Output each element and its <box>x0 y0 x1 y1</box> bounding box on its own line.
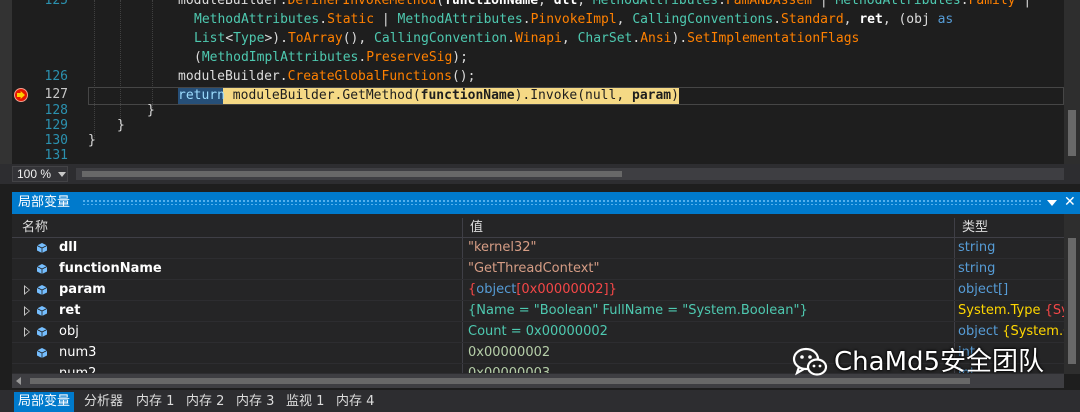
code-line-wrap[interactable]: List<Type>).ToArray(), CallingConvention… <box>194 30 859 47</box>
indent-guide <box>94 0 95 140</box>
watermark-text: ChaMd5安全团队 <box>834 347 1045 377</box>
locals-window-title: 局部变量 <box>18 195 71 210</box>
code-editor[interactable]: 125 126 127 128 129 130 131 moduleBuilde… <box>0 0 1080 164</box>
code-line[interactable]: } <box>147 102 155 119</box>
code-line-wrap[interactable]: MethodAttributes.Static | MethodAttribut… <box>194 11 953 28</box>
column-header-row <box>12 218 1064 238</box>
line-number-gutter: 125 126 127 128 129 130 131 <box>12 0 72 164</box>
variable-type: object[] <box>958 282 1009 297</box>
variable-value[interactable]: {object[0x00000002]} <box>468 280 954 300</box>
line-number: 126 <box>44 69 68 84</box>
variable-name: num3 <box>59 345 97 360</box>
current-code-line[interactable]: return moduleBuilder.GetMethod(functionN… <box>178 87 687 104</box>
tab-memory-3[interactable]: 内存 3 <box>236 392 274 412</box>
chevron-down-icon[interactable] <box>58 172 66 177</box>
variable-name: obj <box>59 324 79 339</box>
tab-analyzer[interactable]: 分析器 <box>84 392 123 412</box>
variable-icon <box>36 306 48 316</box>
variable-name: param <box>59 282 106 297</box>
tab-locals[interactable]: 局部变量 <box>14 392 75 412</box>
variable-name: num2 <box>59 366 97 374</box>
line-number: 125 <box>44 0 68 8</box>
variable-icon <box>36 285 48 295</box>
variable-value[interactable]: "GetThreadContext" <box>468 259 954 279</box>
variable-icon <box>36 327 48 337</box>
variable-icon <box>36 243 48 253</box>
locals-hscroll-thumb[interactable] <box>30 378 970 384</box>
variable-name: functionName <box>59 261 162 276</box>
expand-arrow-icon[interactable] <box>24 285 30 295</box>
tab-watch-1[interactable]: 监视 1 <box>286 392 324 412</box>
variable-icon <box>36 264 48 274</box>
wechat-logo-icon <box>792 347 828 376</box>
tab-memory-2[interactable]: 内存 2 <box>186 392 224 412</box>
indent-guide <box>120 0 121 124</box>
column-header-value[interactable]: 值 <box>470 218 483 238</box>
variable-type: System.Type {Sys <box>958 303 1064 318</box>
variable-value[interactable]: Count = 0x00000002 <box>468 322 954 342</box>
line-number: 131 <box>44 148 68 163</box>
variable-type: string <box>958 240 996 255</box>
indicator-margin[interactable] <box>0 0 12 164</box>
code-line[interactable]: } <box>117 117 125 134</box>
expand-arrow-icon[interactable] <box>24 327 30 337</box>
tab-memory-1[interactable]: 内存 1 <box>136 392 174 412</box>
variable-icon <box>36 348 48 358</box>
editor-hscroll-thumb[interactable] <box>82 171 622 177</box>
close-icon[interactable]: ✕ <box>1064 193 1076 211</box>
column-header-name[interactable]: 名称 <box>22 218 48 238</box>
variable-value[interactable]: {Name = "Boolean" FullName = "System.Boo… <box>468 301 954 321</box>
expand-arrow-icon[interactable] <box>24 306 30 316</box>
variable-type: object {System.C <box>958 324 1064 339</box>
code-line[interactable]: } <box>88 132 96 149</box>
code-line-wrap[interactable]: (MethodImplAttributes.PreserveSig); <box>194 49 468 66</box>
code-line[interactable]: moduleBuilder.CreateGlobalFunctions(); <box>178 68 475 85</box>
variable-name: dll <box>59 240 78 255</box>
tab-memory-4[interactable]: 内存 4 <box>336 392 374 412</box>
code-line[interactable]: moduleBuilder.DefinePInvokeMethod(functi… <box>178 0 1031 9</box>
titlebar-grip[interactable] <box>82 199 1042 205</box>
variable-type: string <box>958 261 996 276</box>
scroll-left-icon[interactable] <box>16 377 21 385</box>
editor-scroll-thumb[interactable] <box>1068 110 1076 156</box>
column-header-type[interactable]: 类型 <box>962 218 988 238</box>
locals-scroll-thumb[interactable] <box>1068 238 1076 364</box>
variable-value[interactable]: "kernel32" <box>468 238 954 258</box>
window-menu-icon[interactable] <box>1047 200 1057 206</box>
variable-name: ret <box>59 303 81 318</box>
